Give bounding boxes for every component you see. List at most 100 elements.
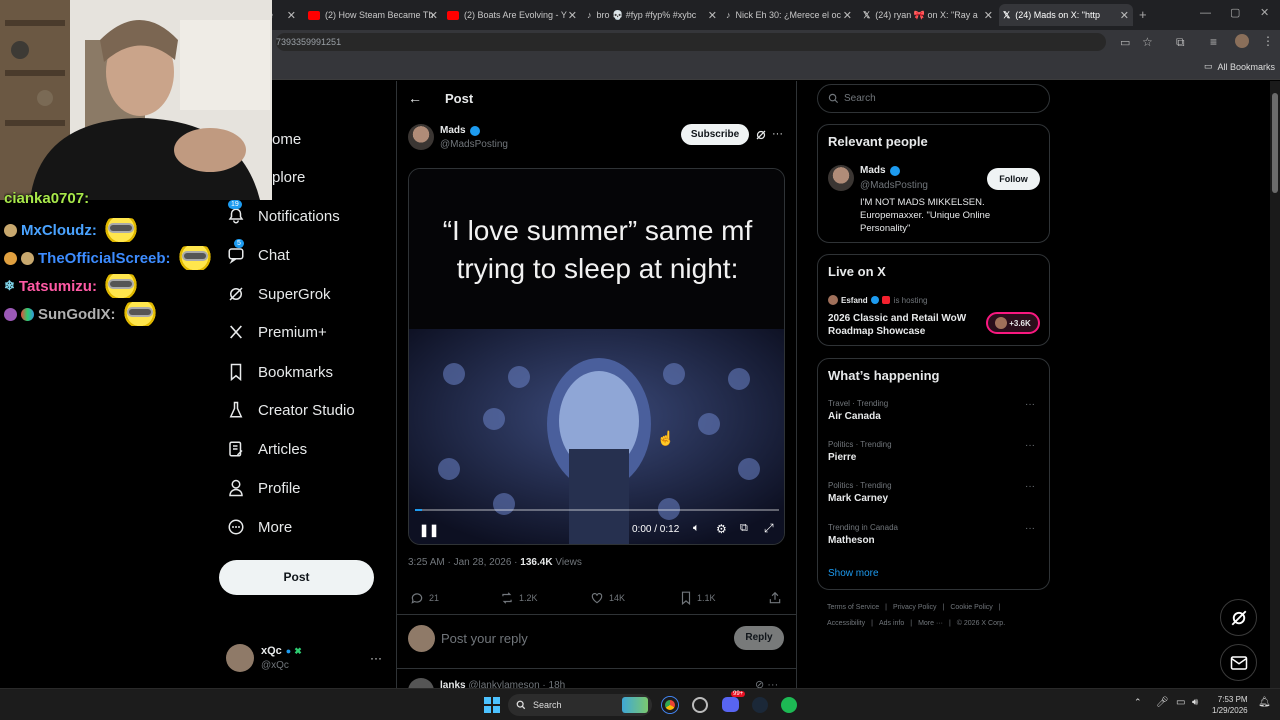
video-player[interactable]: “I love summer” same mf trying to sleep … [408,168,785,545]
nav-chat[interactable]: 5 Chat [226,239,290,267]
taskbar-clock[interactable]: 7:53 PM 1/29/2026 [1212,694,1248,716]
close-icon[interactable]: ✕ [287,9,296,22]
browser-tab[interactable]: ♪ bro 💀 #fyp #fyp% #xybc ✕ [587,4,721,26]
browser-tab[interactable]: ♪ Nick Eh 30: ¿Merece el oc ✕ [726,4,856,26]
settings-icon[interactable]: ⚙ [716,522,727,536]
footer-link[interactable]: Privacy Policy [893,604,937,611]
account-avatar[interactable] [226,644,254,672]
profile-avatar[interactable] [1235,34,1249,48]
post-button[interactable]: Post [219,560,374,595]
messages-float-button[interactable] [1220,644,1257,681]
account-more-icon[interactable]: ··· [370,651,382,665]
footer-link[interactable]: Ads info [879,620,904,627]
trend-more-icon[interactable]: ··· [1025,523,1035,534]
trend-item[interactable]: Politics · Trending Mark Carney [828,481,892,504]
fullscreen-icon[interactable]: ⤢ [764,521,774,536]
share-action[interactable] [768,591,787,605]
notification-bell-icon[interactable]: 🔔︎ [1258,697,1271,708]
bookmark-action[interactable]: 1.1K [680,591,716,605]
chrome-icon[interactable] [662,697,678,713]
person-name[interactable]: Mads [860,165,900,176]
live-host[interactable]: Esfand is hosting [828,295,927,305]
trend-item[interactable]: Travel · Trending Air Canada [828,399,888,422]
footer-link[interactable]: Accessibility [827,620,865,627]
volume-icon[interactable]: 🔊︎ [1192,697,1198,708]
close-window-button[interactable]: ✕ [1260,6,1269,19]
nav-bookmarks[interactable]: Bookmarks [226,360,333,384]
account-name[interactable]: xQc ● ✖ [261,645,302,657]
show-more-link[interactable]: Show more [828,568,879,579]
media-icon[interactable]: ≡ [1210,35,1217,49]
tray-chevron-icon[interactable]: ⌃ [1134,697,1142,708]
app-icon[interactable] [692,697,708,713]
pause-icon[interactable]: ❚❚ [419,523,439,537]
close-icon[interactable]: ✕ [429,9,438,22]
star-icon[interactable]: ☆ [1142,35,1153,49]
author-name[interactable]: Mads [440,125,480,136]
footer-link[interactable]: Terms of Service [827,604,879,611]
close-icon[interactable]: ✕ [708,9,717,22]
subscribe-button[interactable]: Subscribe [681,124,749,145]
maximize-button[interactable]: ▢ [1230,6,1240,19]
reply-button[interactable]: Reply [734,626,784,650]
steam-icon[interactable] [752,697,768,713]
extensions-icon[interactable]: ⧉ [1176,35,1185,50]
reply-author[interactable]: lanks @lankylameson · 18h [440,680,565,688]
live-space-title[interactable]: 2026 Classic and Retail WoW Roadmap Show… [828,312,978,338]
url-input[interactable]: 7393359991251 [276,33,1106,51]
search-input[interactable]: Search [817,84,1050,113]
nav-more[interactable]: More [226,515,292,539]
all-bookmarks[interactable]: ▭ All Bookmarks [1204,61,1275,72]
like-action[interactable]: 14K [590,591,625,605]
new-tab-button[interactable]: + [1139,7,1147,22]
reply-action[interactable]: 21 [410,591,439,605]
minimize-player-icon[interactable]: ⧉ [740,522,748,535]
footer-link[interactable]: Cookie Policy [950,604,992,611]
browser-tab-active[interactable]: 𝕏 (24) Mads on X: "http ✕ [999,4,1133,26]
microphone-icon[interactable]: 🎤︎ [1156,697,1169,708]
windows-start-icon[interactable] [484,697,500,718]
close-icon[interactable]: ✕ [568,9,577,22]
close-icon[interactable]: ✕ [843,9,852,22]
spotify-icon[interactable] [781,697,797,713]
nav-notifications[interactable]: 19 Notifications [226,200,340,228]
nav-supergrok[interactable]: SuperGrok [226,282,331,306]
reply-more-icon[interactable]: ⊘ ··· [755,678,778,688]
nav-premium[interactable]: Premium+ [226,320,327,344]
cast-icon[interactable]: ▭ [1120,36,1130,49]
reply-input[interactable]: Post your reply [441,631,528,646]
video-progress-track[interactable] [415,509,779,511]
taskbar-search[interactable]: Search [508,694,652,716]
volume-icon[interactable]: 🔈︎ [693,522,700,535]
post-more-icon[interactable]: ··· [772,128,783,140]
live-listeners-pill[interactable]: +3.6K [986,312,1040,334]
trend-more-icon[interactable]: ··· [1025,440,1035,451]
follow-button[interactable]: Follow [987,168,1040,190]
trend-more-icon[interactable]: ··· [1025,399,1035,410]
back-arrow-icon[interactable]: ← [408,90,422,106]
nav-explore[interactable]: plore [272,165,305,189]
browser-tab[interactable]: (2) Boats Are Evolving - Y ✕ [447,4,581,26]
close-icon[interactable]: ✕ [1120,9,1129,22]
browser-tab[interactable]: 𝕏 (24) ryan 🎀 on X: "Ray a ✕ [863,4,997,26]
minimize-button[interactable]: — [1200,7,1211,19]
repost-action[interactable]: 1.2K [500,591,538,605]
menu-icon[interactable]: ⋮ [1262,34,1274,48]
scrollbar[interactable] [1270,81,1280,688]
nav-articles[interactable]: Articles [226,437,307,461]
trend-item[interactable]: Politics · Trending Pierre [828,440,892,463]
footer-link[interactable]: More ··· [918,620,943,627]
author-avatar[interactable] [408,124,434,150]
network-icon[interactable]: ▭ [1176,697,1185,708]
close-icon[interactable]: ✕ [984,9,993,22]
browser-tab[interactable]: (2) How Steam Became Th ✕ [308,4,442,26]
scrollbar-thumb[interactable] [1272,93,1278,193]
grok-float-button[interactable] [1220,599,1257,636]
nav-creator-studio[interactable]: Creator Studio [226,398,355,422]
grok-icon[interactable] [755,128,767,146]
nav-home[interactable]: ome [272,127,301,151]
discord-icon[interactable] [722,697,739,712]
browser-tab[interactable]: e✕ [268,4,300,26]
nav-profile[interactable]: Profile [226,476,301,500]
trend-item[interactable]: Trending in Canada Matheson [828,523,898,546]
